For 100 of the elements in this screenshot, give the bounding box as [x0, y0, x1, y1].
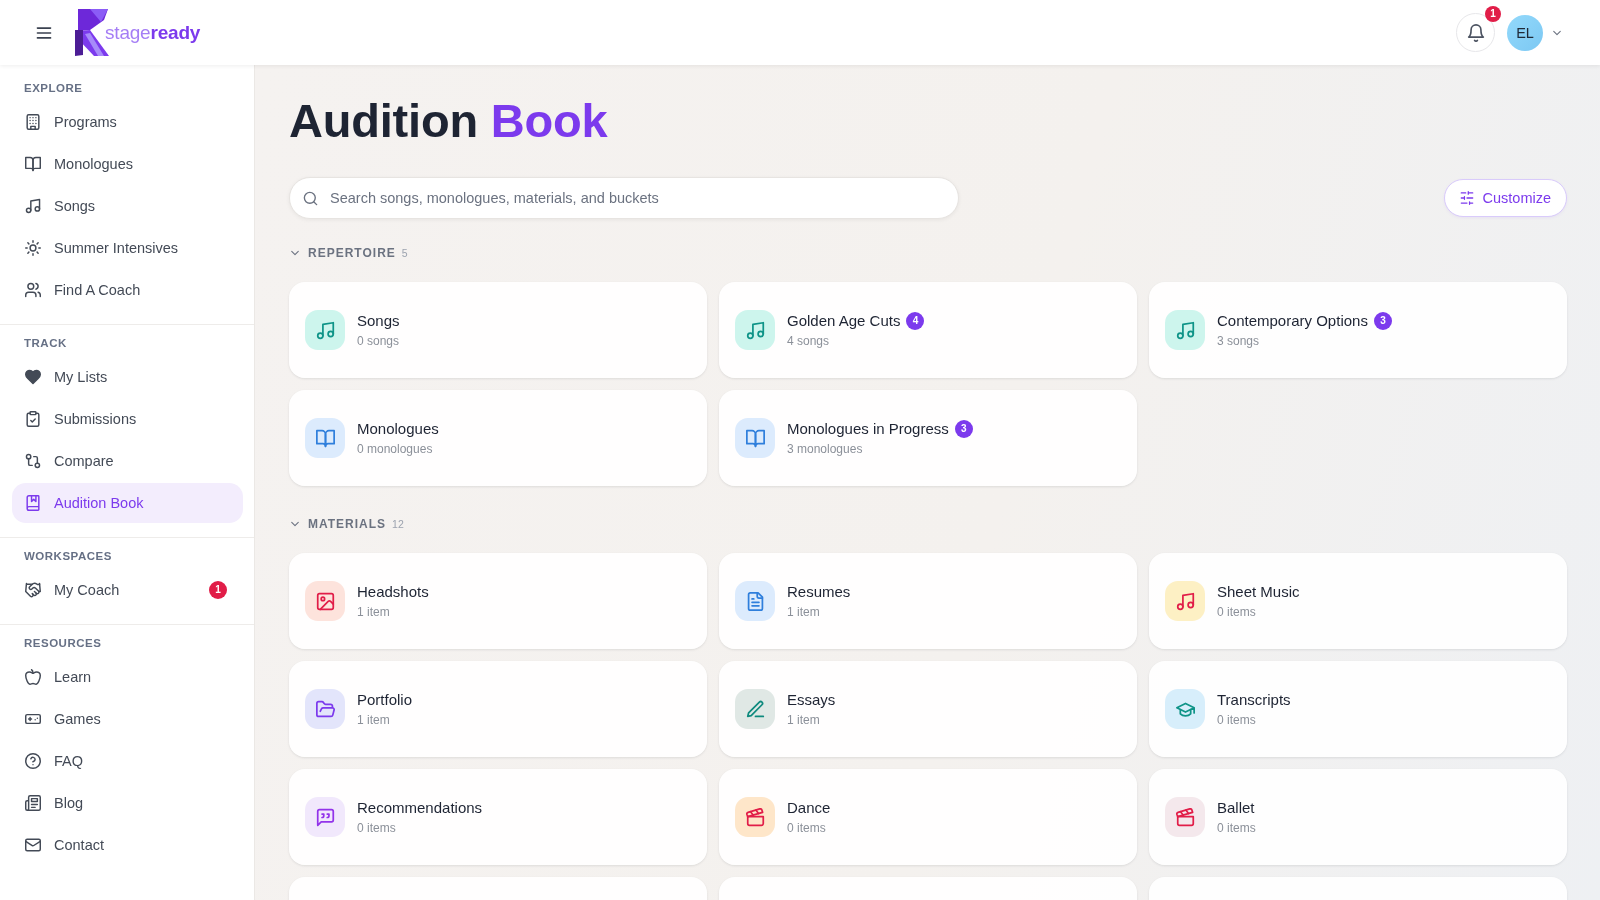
- handshake-icon: [25, 582, 41, 598]
- collection-card[interactable]: Songs 0 songs: [289, 282, 707, 378]
- graduation-cap-icon: [1165, 689, 1205, 729]
- collection-card[interactable]: Transcripts 0 items: [1149, 661, 1567, 757]
- image-icon: [305, 581, 345, 621]
- music-note-icon: [305, 310, 345, 350]
- section-toggle[interactable]: REPERTOIRE 5: [289, 243, 408, 263]
- bookmarked-book-icon: [25, 495, 41, 511]
- building-icon: [25, 114, 41, 130]
- compare-icon: [25, 453, 41, 469]
- sidebar-item[interactable]: Submissions: [12, 399, 243, 439]
- open-book-icon: [305, 418, 345, 458]
- card-subtitle: 1 item: [787, 604, 820, 620]
- count-badge: 3: [1373, 312, 1392, 330]
- card-subtitle: 0 items: [787, 820, 826, 836]
- clapperboard-icon: [1165, 797, 1205, 837]
- sidebar-item[interactable]: Summer Intensives: [12, 228, 243, 268]
- collection-card[interactable]: Dance 0 items: [719, 769, 1137, 865]
- sidebar-item[interactable]: Blog: [12, 783, 243, 823]
- collection-card[interactable]: Monologues 0 monologues: [289, 390, 707, 486]
- collection-card[interactable]: Ballet 0 items: [1149, 769, 1567, 865]
- card-title: Ballet: [1217, 798, 1255, 818]
- sidebar-section-label: TRACK: [24, 336, 67, 351]
- card-subtitle: 3 monologues: [787, 441, 863, 457]
- card-title: Monologues in Progress: [787, 419, 949, 439]
- sidebar-item[interactable]: Audition Book: [12, 483, 243, 523]
- sidebar-item[interactable]: Songs: [12, 186, 243, 226]
- newspaper-icon: [25, 795, 41, 811]
- count-badge: 4: [906, 312, 925, 330]
- card-subtitle: 0 items: [357, 820, 396, 836]
- section-count: 5: [401, 247, 408, 259]
- collection-card[interactable]: Contemporary Options 3 3 songs: [1149, 282, 1567, 378]
- notification-badge: 1: [1485, 6, 1501, 22]
- sidebar-item[interactable]: Compare: [12, 441, 243, 481]
- sidebar-item[interactable]: My Lists: [12, 357, 243, 397]
- card-subtitle: 0 items: [1217, 712, 1256, 728]
- card-subtitle: 1 item: [787, 712, 820, 728]
- logo-text: stageready: [105, 21, 201, 44]
- card-title: Recommendations: [357, 798, 483, 818]
- document-icon: [735, 581, 775, 621]
- sidebar-item[interactable]: My Coach 1: [12, 570, 243, 610]
- open-book-icon: [25, 156, 41, 172]
- sun-icon: [25, 240, 41, 256]
- card-title: Transcripts: [1217, 690, 1291, 710]
- quote-bubble-icon: [305, 797, 345, 837]
- music-note-icon: [735, 310, 775, 350]
- search-field[interactable]: Search songs, monologues, materials, and buckets: [289, 177, 959, 219]
- card-title: Songs: [357, 311, 400, 331]
- collection-card[interactable]: Portfolio 1 item: [289, 661, 707, 757]
- sidebar-section-label: WORKSPACES: [24, 549, 112, 564]
- sliders-icon: [1459, 191, 1474, 205]
- collection-card[interactable]: Golden Age Cuts 4 4 songs: [719, 282, 1137, 378]
- sidebar-item[interactable]: Learn: [12, 657, 243, 697]
- clapperboard-icon: [735, 797, 775, 837]
- sidebar-item[interactable]: Contact: [12, 825, 243, 865]
- music-note-icon: [1165, 581, 1205, 621]
- sidebar-item[interactable]: FAQ: [12, 741, 243, 781]
- sidebar-item[interactable]: Games: [12, 699, 243, 739]
- card-title: Monologues: [357, 419, 439, 439]
- card-title: Sheet Music: [1217, 582, 1300, 602]
- collection-card[interactable]: Recommendations 0 items: [289, 769, 707, 865]
- mail-icon: [25, 837, 41, 853]
- card-subtitle: 1 item: [357, 712, 390, 728]
- sidebar-item[interactable]: Monologues: [12, 144, 243, 184]
- pen-icon: [735, 689, 775, 729]
- clipboard-check-icon: [25, 411, 41, 427]
- card-subtitle: 0 items: [1217, 604, 1256, 620]
- sidebar-item[interactable]: Find A Coach: [12, 270, 243, 310]
- card-subtitle: 0 monologues: [357, 441, 433, 457]
- count-badge: 3: [954, 420, 973, 438]
- notification-badge: 1: [209, 581, 227, 599]
- card-subtitle: 0 songs: [357, 333, 400, 349]
- folder-icon: [305, 689, 345, 729]
- collection-card[interactable]: Essays 1 item: [719, 661, 1137, 757]
- help-icon: [25, 753, 41, 769]
- card-title: Portfolio: [357, 690, 413, 710]
- bell-icon[interactable]: [1466, 23, 1485, 42]
- collection-card[interactable]: Headshots 1 item: [289, 553, 707, 649]
- collection-card[interactable]: Monologues in Progress 3 3 monologues: [719, 390, 1137, 486]
- page-title: Audition Book: [289, 93, 608, 149]
- customize-button[interactable]: Customize: [1443, 179, 1567, 217]
- collection-card[interactable]: Sheet Music 0 items: [1149, 553, 1567, 649]
- card-title: Contemporary Options: [1217, 311, 1368, 331]
- gamepad-icon: [25, 711, 41, 727]
- card-title: Dance: [787, 798, 831, 818]
- card-title: Golden Age Cuts: [787, 311, 901, 331]
- card-subtitle: 1 item: [357, 604, 390, 620]
- sidebar-section-label: RESOURCES: [24, 636, 102, 651]
- sidebar-item[interactable]: Programs: [12, 102, 243, 142]
- search-icon: [303, 190, 318, 206]
- card-subtitle: 3 songs: [1217, 333, 1260, 349]
- sidebar-section-label: EXPLORE: [24, 81, 83, 96]
- apple-icon: [25, 669, 41, 685]
- people-icon: [25, 282, 41, 298]
- card-title: Headshots: [357, 582, 429, 602]
- card-subtitle: 0 items: [1217, 820, 1256, 836]
- user-avatar[interactable]: EL: [1507, 14, 1543, 51]
- collection-card[interactable]: Resumes 1 item: [719, 553, 1137, 649]
- section-toggle[interactable]: MATERIALS 12: [289, 514, 404, 534]
- card-title: Essays: [787, 690, 836, 710]
